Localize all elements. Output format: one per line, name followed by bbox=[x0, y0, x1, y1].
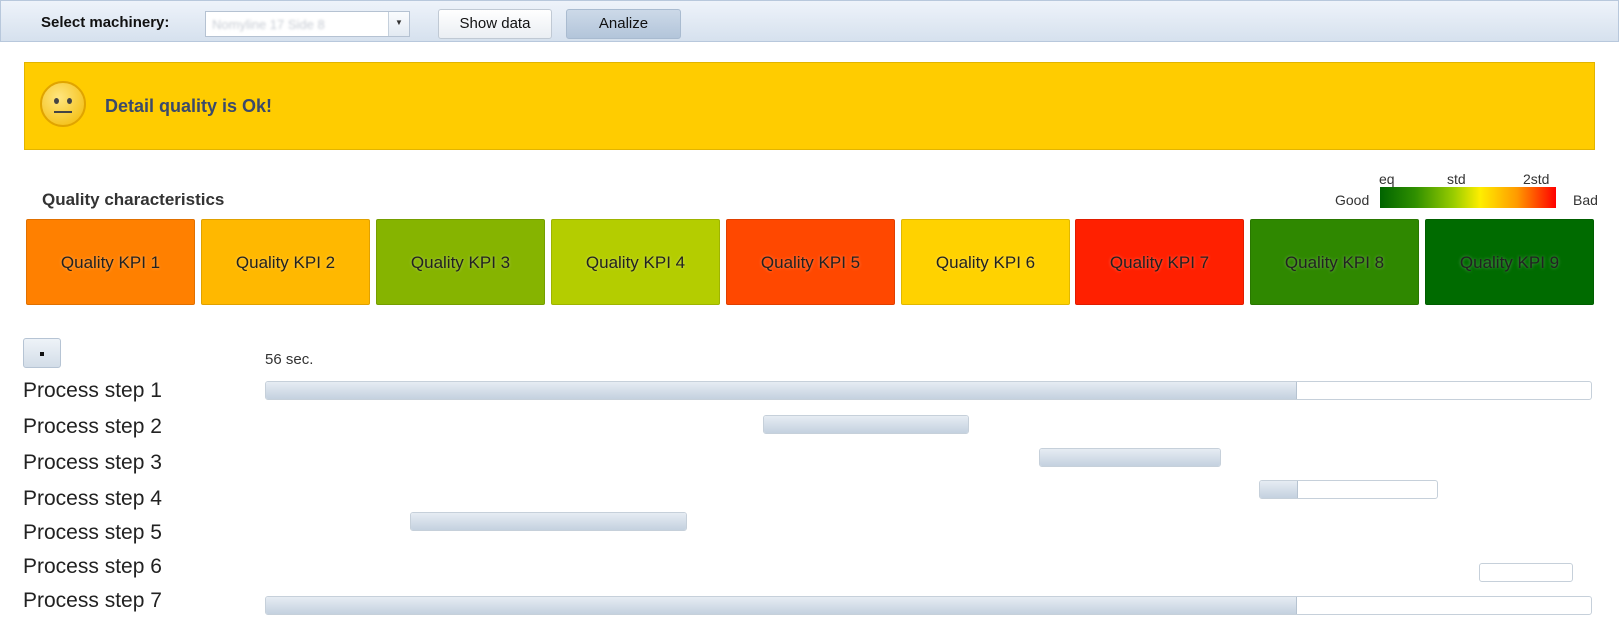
kpi-row: Quality KPI 1 Quality KPI 2 Quality KPI 3Q… bbox=[26, 219, 1594, 305]
machinery-select[interactable]: Nomyline 17 Side 8 ▼ bbox=[205, 11, 410, 37]
process-step-bar[interactable] bbox=[763, 415, 969, 434]
process-step-bar[interactable] bbox=[265, 596, 1592, 615]
kpi-tile-5[interactable]: Quality KPI 5 bbox=[726, 219, 895, 305]
process-step-bar[interactable] bbox=[1259, 480, 1438, 499]
legend-eq-label: eq bbox=[1379, 171, 1395, 187]
kpi-tile-6[interactable]: Quality KPI 6 bbox=[901, 219, 1070, 305]
kpi-tile-3[interactable]: Quality KPI 3 bbox=[376, 219, 545, 305]
process-step-label: Process step 6 bbox=[23, 555, 162, 578]
kpi-tile-9[interactable]: Quality KPI 9 bbox=[1425, 219, 1594, 305]
kpi-tile-4[interactable]: Quality KPI 4 bbox=[551, 219, 720, 305]
legend-std-label: std bbox=[1447, 171, 1466, 187]
process-step-progress bbox=[411, 513, 686, 530]
process-step-bar[interactable] bbox=[1479, 563, 1573, 582]
process-step-label: Process step 3 bbox=[23, 451, 162, 474]
dot-icon bbox=[40, 352, 44, 356]
process-step-label: Process step 7 bbox=[23, 589, 162, 612]
legend-bad-label: Bad bbox=[1573, 192, 1598, 208]
process-step-progress bbox=[266, 597, 1297, 614]
quality-status-message: Detail quality is Ok! bbox=[105, 96, 273, 116]
process-step-bar[interactable] bbox=[1039, 448, 1221, 467]
process-step-progress bbox=[266, 382, 1297, 399]
analize-button[interactable]: Analize bbox=[566, 9, 681, 39]
process-step-progress bbox=[764, 416, 968, 433]
section-title: Quality characteristics bbox=[42, 190, 225, 209]
quality-color-scale bbox=[1380, 187, 1556, 208]
duration-label: 56 sec. bbox=[265, 351, 314, 368]
select-machinery-label: Select machinery: bbox=[41, 14, 170, 31]
process-step-progress bbox=[1040, 449, 1220, 466]
show-data-button[interactable]: Show data bbox=[438, 9, 552, 39]
process-step-label: Process step 4 bbox=[23, 487, 162, 510]
toggle-button[interactable] bbox=[23, 338, 61, 368]
legend-good-label: Good bbox=[1335, 192, 1370, 208]
process-step-label: Process step 1 bbox=[23, 379, 162, 402]
kpi-tile-2[interactable]: Quality KPI 2 bbox=[201, 219, 370, 305]
legend-2std-label: 2std bbox=[1523, 171, 1550, 187]
process-step-progress bbox=[1260, 481, 1299, 498]
kpi-tile-1[interactable]: Quality KPI 1 bbox=[26, 219, 195, 305]
kpi-tile-7[interactable]: Quality KPI 7 bbox=[1075, 219, 1244, 305]
process-step-bar[interactable] bbox=[410, 512, 687, 531]
process-step-label: Process step 5 bbox=[23, 521, 162, 544]
kpi-tile-8[interactable]: Quality KPI 8 bbox=[1250, 219, 1419, 305]
machinery-select-value: Nomyline 17 Side 8 bbox=[212, 17, 325, 32]
neutral-face-icon bbox=[40, 81, 86, 127]
process-step-label: Process step 2 bbox=[23, 415, 162, 438]
quality-status-banner: Detail quality is Ok! bbox=[24, 62, 1595, 150]
process-step-bar[interactable] bbox=[265, 381, 1592, 400]
chevron-down-icon[interactable]: ▼ bbox=[388, 12, 409, 36]
toolbar: Select machinery: Nomyline 17 Side 8 ▼ S… bbox=[0, 0, 1619, 42]
